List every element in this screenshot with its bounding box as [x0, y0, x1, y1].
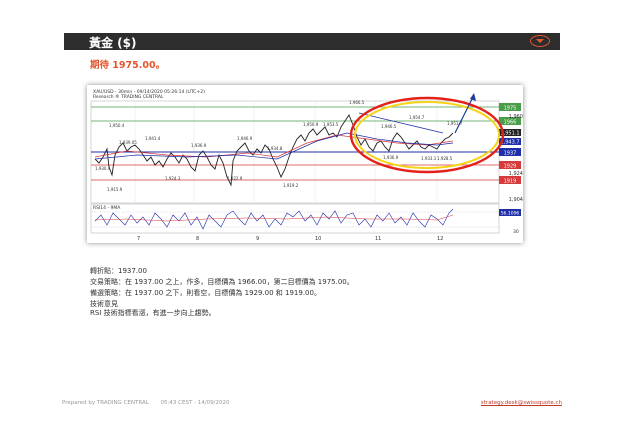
- swing-label: 1,966.5: [349, 100, 365, 105]
- day-label: 9: [256, 236, 259, 242]
- level-label: 1966: [504, 120, 517, 126]
- pivot-text: 轉折點：1937.00: [90, 267, 147, 275]
- level-label: 1929: [504, 164, 517, 170]
- day-label: 8: [196, 236, 199, 242]
- price-tick: 1,960: [509, 114, 523, 120]
- swing-label: 1,941.4: [145, 136, 161, 141]
- trading-strategy-text: 交易策略：在 1937.00 之上，作多，目標價為 1966.00，第二目標價為…: [90, 278, 354, 286]
- chart-source: Research ® TRADING CENTRAL: [93, 93, 164, 100]
- swing-label: 1,953.5: [323, 122, 339, 127]
- day-label: 11: [375, 236, 381, 242]
- day-label: 7: [137, 236, 140, 242]
- technical-comment-title: 技術意見: [90, 300, 118, 308]
- prepared-by-text: Prepared by TRADING CENTRAL: [62, 400, 149, 406]
- day-axis: 7 8 9 10 11 12: [137, 236, 443, 242]
- collapse-toggle-button[interactable]: [530, 35, 550, 47]
- swing-label: 1,939.05: [119, 140, 137, 145]
- level-label: 1919: [504, 179, 517, 185]
- chart-panel: 1975 1966 1937 1929 1919 1,960 1,951.1 1…: [87, 85, 523, 243]
- swing-label: 1,930.4: [95, 166, 111, 171]
- alternative-strategy-text: 備選策略：在 1937.00 之下，則看空，目標價為 1929.00 和 191…: [90, 289, 321, 297]
- swing-label: 1,919.2: [283, 183, 299, 188]
- timestamp: 05:43 CEST - 14/09/2020: [160, 400, 230, 406]
- swing-label: 1,946.9: [237, 136, 253, 141]
- footer-left: Prepared by TRADING CENTRAL 05:43 CEST -…: [62, 400, 229, 406]
- price-chart: 1975 1966 1937 1929 1919 1,960 1,951.1 1…: [90, 89, 523, 242]
- swing-label: 1,934.8: [267, 146, 283, 151]
- price-tick: 1,904: [509, 197, 523, 203]
- swing-label: 1,946.5: [381, 124, 397, 129]
- day-label: 12: [437, 236, 443, 242]
- swing-label: 1,950.4: [109, 123, 125, 128]
- swing-label: 1,933.1: [421, 156, 437, 161]
- section-header: 黃金 ($): [64, 33, 560, 50]
- swing-label: 1,950.9: [303, 122, 319, 127]
- swing-label: 1,951.7: [447, 121, 463, 126]
- page-title: 黃金 ($): [89, 36, 137, 50]
- swing-label: 1,954.7: [409, 115, 425, 120]
- swing-label: 1,928.5: [437, 156, 453, 161]
- chevron-down-icon: [536, 39, 544, 43]
- rsi-label: RSI14 - 9MA: [93, 205, 121, 211]
- target-headline: 期待 1975.00。: [90, 60, 166, 71]
- footer: Prepared by TRADING CENTRAL 05:43 CEST -…: [62, 400, 562, 412]
- strategy-info: 轉折點：1937.00 交易策略：在 1937.00 之上，作多，目標價為 19…: [90, 266, 490, 318]
- swing-label: 1,915.9: [107, 187, 123, 192]
- swing-label: 1,924.3: [165, 176, 181, 181]
- level-label: 1975: [504, 106, 517, 112]
- rsi-tick: 30: [513, 229, 519, 235]
- price-tick: 1,924: [509, 171, 523, 177]
- contact-email-link[interactable]: strategy.desk@swissquote.ch: [481, 400, 562, 406]
- swing-label: 1,936.9: [383, 155, 399, 160]
- day-label: 10: [315, 236, 321, 242]
- technical-comment-text: RSI 技術指標看漲，有進一步向上趨勢。: [90, 309, 216, 317]
- swing-label: 1,936.9: [191, 143, 207, 148]
- target-arrowhead: [470, 93, 476, 101]
- level-label: 1937: [504, 151, 517, 157]
- swing-label: 1,922.9: [227, 176, 243, 181]
